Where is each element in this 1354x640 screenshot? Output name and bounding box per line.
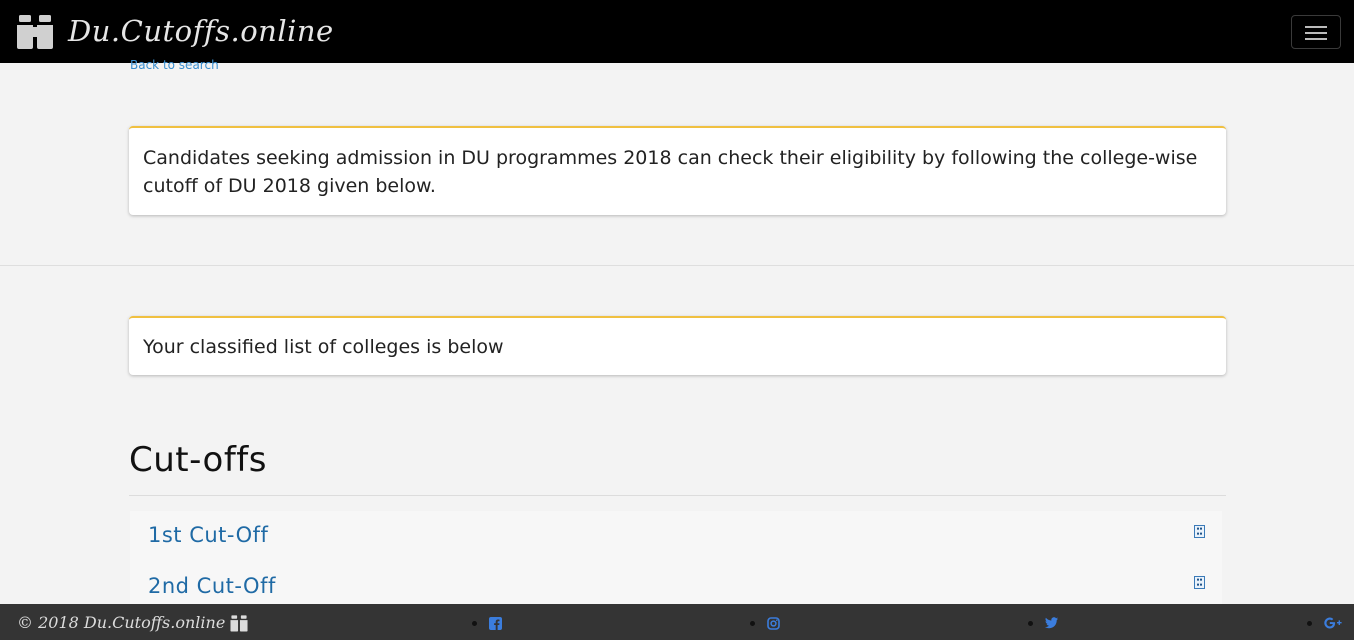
top-navbar: Du.Cutoffs.online xyxy=(0,0,1354,63)
menu-toggle-button[interactable] xyxy=(1291,15,1341,49)
classified-list-card: Your classified list of colleges is belo… xyxy=(129,316,1226,375)
heading-rule xyxy=(129,495,1226,496)
file-icon[interactable]: ▪▪ ▪▪ xyxy=(1194,525,1205,538)
cutoff-link-2[interactable]: 2nd Cut-Off xyxy=(148,574,276,598)
twitter-icon xyxy=(1045,617,1058,629)
intro-card: Candidates seeking admission in DU progr… xyxy=(129,126,1226,215)
social-facebook[interactable] xyxy=(472,617,502,630)
section-divider xyxy=(0,265,1354,266)
binoculars-icon xyxy=(230,614,248,632)
copyright-text: © 2018 Du.Cutoffs.online xyxy=(17,613,226,632)
social-twitter[interactable] xyxy=(1028,617,1058,629)
instagram-icon xyxy=(767,617,780,630)
brand-link[interactable]: Du.Cutoffs.online xyxy=(16,9,334,53)
binoculars-icon xyxy=(17,15,53,49)
footer: © 2018 Du.Cutoffs.online xyxy=(0,604,1354,640)
file-icon[interactable]: ▪▪ ▪▪ xyxy=(1194,576,1205,589)
google-plus-icon xyxy=(1324,617,1342,629)
cutoff-list: 1st Cut-Off ▪▪ ▪▪ 2nd Cut-Off ▪▪ ▪▪ xyxy=(130,511,1222,613)
hamburger-menu-icon xyxy=(1305,26,1327,28)
back-to-search-link[interactable]: Back to search xyxy=(130,58,219,72)
facebook-icon xyxy=(489,617,502,630)
social-instagram[interactable] xyxy=(750,617,780,630)
cutoffs-heading: Cut-offs xyxy=(129,440,267,480)
list-item: 1st Cut-Off ▪▪ ▪▪ xyxy=(130,511,1222,562)
cutoff-link-1[interactable]: 1st Cut-Off xyxy=(148,523,268,547)
brand-name: Du.Cutoffs.online xyxy=(68,14,334,48)
footer-copyright: © 2018 Du.Cutoffs.online xyxy=(17,613,248,632)
social-google-plus[interactable] xyxy=(1307,617,1342,629)
